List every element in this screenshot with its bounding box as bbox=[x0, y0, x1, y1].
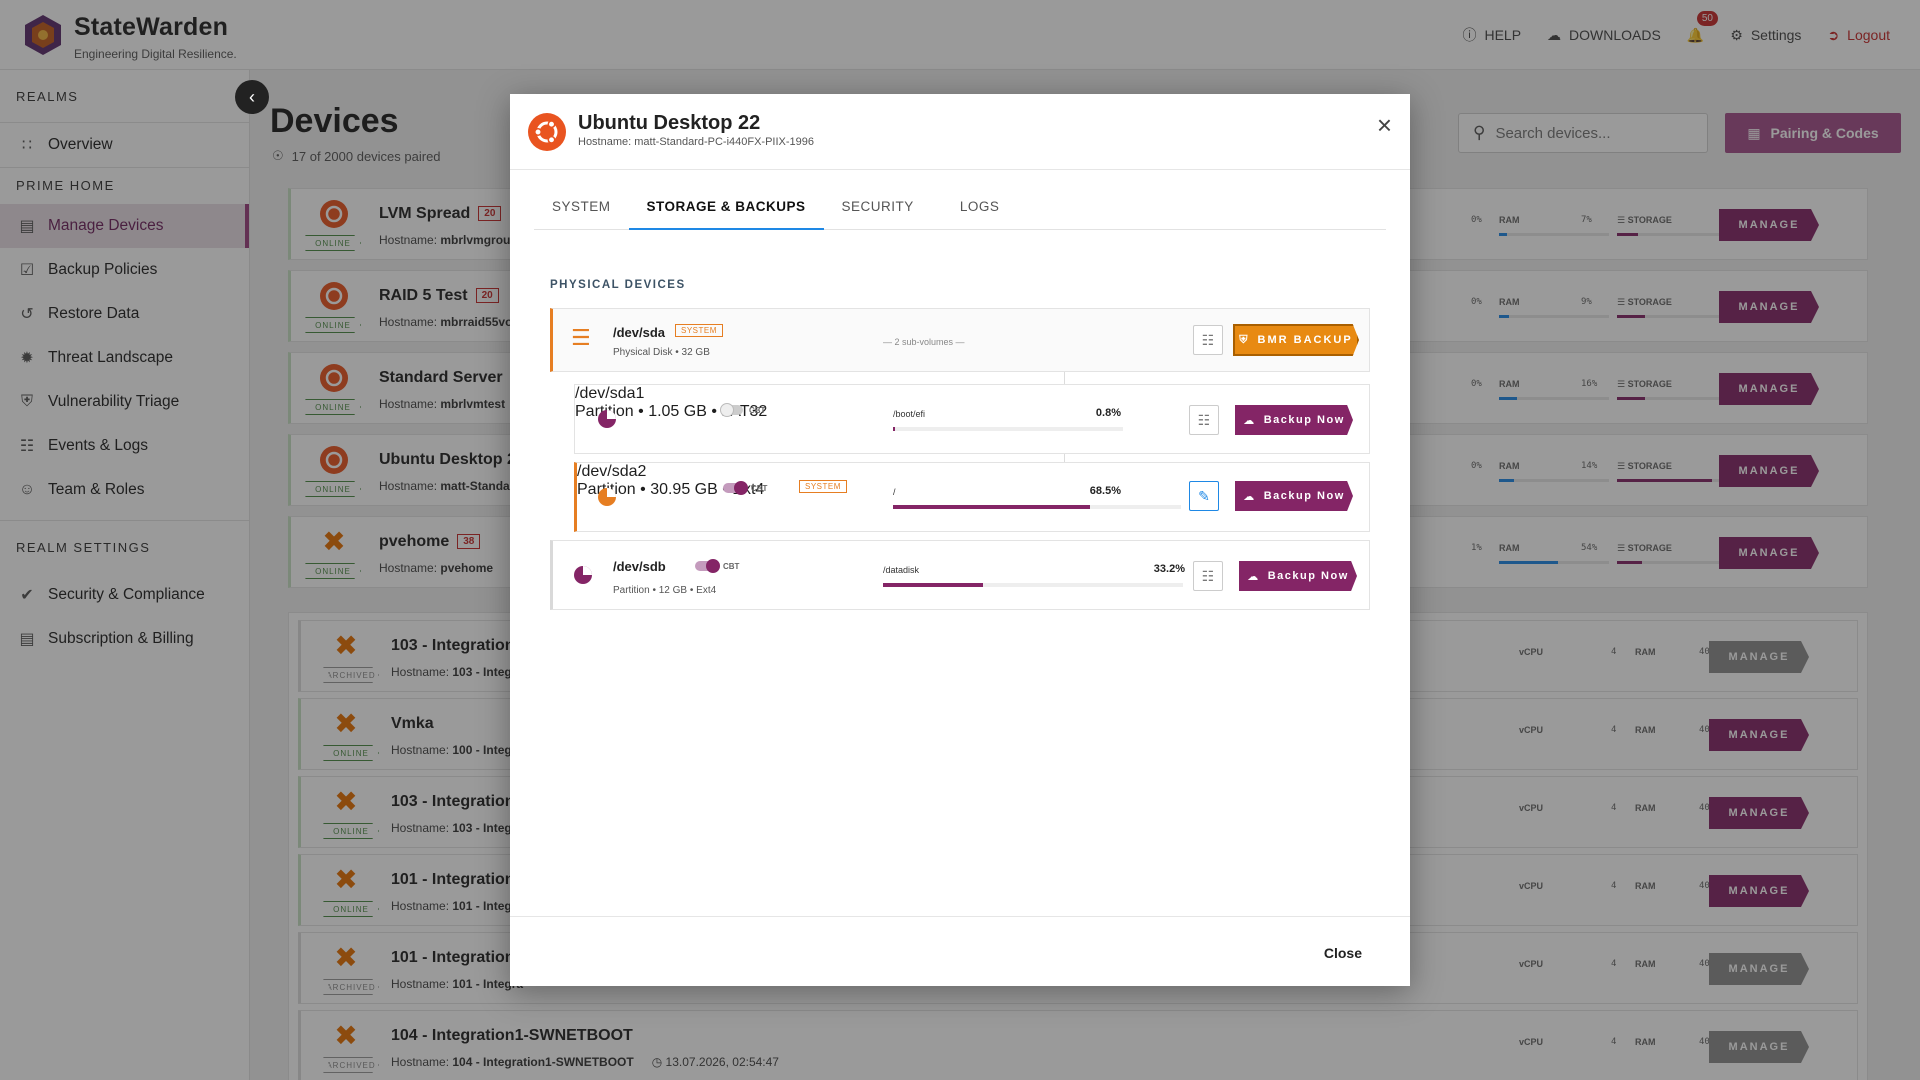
usage-percent: 68.5% bbox=[1089, 485, 1121, 497]
backup-now-label: Backup Now bbox=[1263, 414, 1345, 426]
disk-name: /dev/sdb bbox=[613, 559, 666, 574]
partition-sda1: /dev/sda1 CBT Partition • 1.05 GB • FAT3… bbox=[574, 384, 1370, 454]
close-button[interactable]: Close bbox=[1324, 945, 1362, 961]
ubuntu-icon bbox=[528, 113, 566, 151]
pencil-icon: ✎ bbox=[1198, 487, 1210, 504]
cbt-label: CBT bbox=[751, 483, 768, 493]
cbt-switch[interactable] bbox=[695, 559, 720, 573]
cbt-label: CBT bbox=[749, 405, 766, 415]
cloud-upload-icon: ☁ bbox=[1247, 570, 1260, 583]
cbt-toggle[interactable]: CBT bbox=[723, 481, 768, 495]
tab-security[interactable]: SECURITY bbox=[824, 188, 932, 230]
cbt-label: CBT bbox=[723, 561, 740, 571]
collapse-sidebar-button[interactable]: ‹ bbox=[235, 80, 269, 114]
schedule-button[interactable]: ☷ bbox=[1189, 405, 1219, 435]
schedule-button[interactable]: ☷ bbox=[1193, 325, 1223, 355]
backup-now-label: Backup Now bbox=[1263, 490, 1345, 502]
cloud-upload-icon: ☁ bbox=[1243, 490, 1256, 503]
hostname-label: Hostname: bbox=[578, 136, 632, 148]
disk-name: /dev/sda bbox=[613, 325, 666, 340]
mount-point: /datadisk bbox=[883, 565, 920, 575]
system-tag: SYSTEM bbox=[675, 324, 723, 337]
usage-percent: 33.2% bbox=[1153, 563, 1185, 575]
shield-icon: ⛨ bbox=[1239, 333, 1250, 346]
cbt-switch[interactable] bbox=[720, 403, 743, 417]
sub-volumes-count: — 2 sub-volumes — bbox=[883, 337, 965, 347]
backup-now-label: Backup Now bbox=[1267, 570, 1349, 582]
cbt-switch[interactable] bbox=[723, 481, 748, 495]
chevron-left-icon: ‹ bbox=[249, 86, 255, 107]
modal-title: Ubuntu Desktop 22 bbox=[578, 112, 761, 134]
physical-devices-label: PHYSICAL DEVICES bbox=[550, 279, 686, 291]
modal-hostname: Hostname: matt-Standard-PC-i440FX-PIIX-1… bbox=[578, 136, 814, 148]
mount-point: / bbox=[893, 487, 896, 497]
partition-name: /dev/sda1 bbox=[575, 385, 645, 402]
system-tag: SYSTEM bbox=[799, 480, 847, 493]
usage-percent: 0.8% bbox=[1095, 407, 1121, 419]
cbt-toggle[interactable]: CBT bbox=[695, 559, 740, 573]
tab-storage-backups[interactable]: STORAGE & BACKUPS bbox=[628, 188, 824, 230]
usage-bar bbox=[883, 583, 1183, 587]
schedule-button[interactable]: ☷ bbox=[1193, 561, 1223, 591]
partition-name: /dev/sda2 bbox=[577, 463, 647, 480]
disk-meta: Partition • 12 GB • Ext4 bbox=[613, 585, 717, 596]
backup-now-button[interactable]: ☁ Backup Now bbox=[1239, 561, 1357, 591]
disk-meta: Physical Disk • 32 GB bbox=[613, 347, 710, 358]
pie-chart-icon bbox=[598, 488, 616, 506]
pie-chart-icon bbox=[574, 566, 592, 584]
partition-sda2: /dev/sda2 CBT SYSTEM Partition • 30.95 G… bbox=[574, 462, 1370, 532]
mount-point: /boot/efi bbox=[893, 409, 926, 419]
calendar-icon: ☷ bbox=[1201, 331, 1215, 348]
pie-chart-icon bbox=[598, 410, 616, 428]
modal-header: Ubuntu Desktop 22 Hostname: matt-Standar… bbox=[510, 94, 1410, 170]
cloud-upload-icon: ☁ bbox=[1243, 414, 1256, 427]
bmr-backup-button[interactable]: ⛨ BMR BACKUP bbox=[1233, 324, 1359, 356]
backup-now-button[interactable]: ☁ Backup Now bbox=[1235, 481, 1353, 511]
bmr-backup-label: BMR BACKUP bbox=[1257, 334, 1353, 346]
hostname-value: matt-Standard-PC-i440FX-PIIX-1996 bbox=[634, 136, 815, 148]
close-icon[interactable]: × bbox=[1377, 110, 1392, 141]
usage-bar bbox=[893, 427, 1123, 431]
edit-schedule-button[interactable]: ✎ bbox=[1189, 481, 1219, 511]
tab-system[interactable]: SYSTEM bbox=[534, 188, 629, 230]
disk-sdb: /dev/sdb CBT Partition • 12 GB • Ext4 /d… bbox=[550, 540, 1370, 610]
disk-stack-icon: ☰ bbox=[571, 325, 591, 350]
disk-sda: ☰ /dev/sda SYSTEM Physical Disk • 32 GB … bbox=[550, 308, 1370, 372]
tab-logs[interactable]: LOGS bbox=[932, 188, 1018, 230]
calendar-icon: ☷ bbox=[1201, 567, 1215, 584]
modal-tabs: SYSTEM STORAGE & BACKUPS SECURITY LOGS bbox=[534, 188, 1386, 230]
usage-bar bbox=[893, 505, 1181, 509]
calendar-icon: ☷ bbox=[1197, 411, 1211, 428]
modal-footer: Close bbox=[510, 916, 1410, 986]
backup-now-button[interactable]: ☁ Backup Now bbox=[1235, 405, 1353, 435]
device-modal: Ubuntu Desktop 22 Hostname: matt-Standar… bbox=[510, 94, 1410, 986]
cbt-toggle[interactable]: CBT bbox=[720, 403, 766, 417]
